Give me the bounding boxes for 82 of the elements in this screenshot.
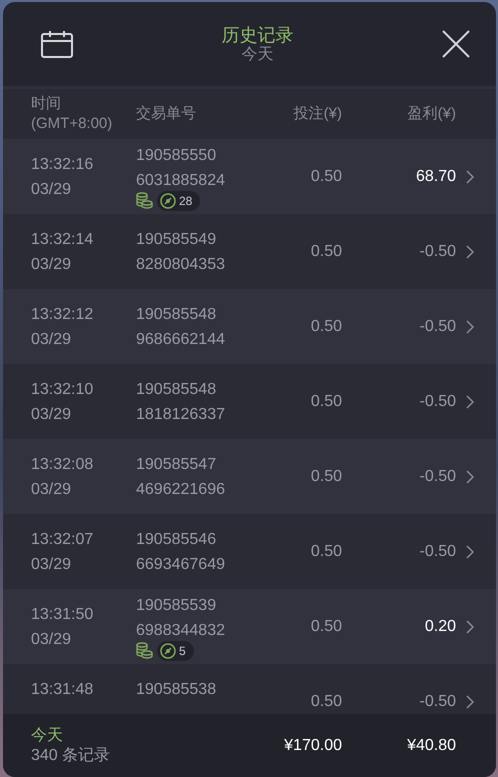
profit-amount: -0.50 (418, 692, 456, 710)
record-time: 13:31:50 (31, 604, 94, 624)
record-row[interactable]: 13:31:48 190585538 0.50 -0.50 (3, 664, 496, 714)
record-date: 03/29 (31, 630, 72, 650)
summary-period: 今天 (31, 726, 64, 746)
record-count: 340 条记录 (31, 746, 112, 766)
total-profit: ¥40.80 (406, 736, 456, 754)
close-button[interactable] (442, 30, 470, 58)
record-date: 03/29 (31, 404, 72, 424)
gauge-icon (160, 642, 176, 658)
order-number: 190585548 (136, 304, 218, 324)
order-number: 190585550 (136, 146, 218, 166)
record-date: 03/29 (31, 330, 72, 350)
record-row[interactable]: 13:32:08 03/29 190585547 4696221696 0.50 -0.50 (3, 439, 496, 514)
order-number: 190585547 (136, 454, 218, 474)
record-row[interactable]: 13:32:07 03/29 190585546 6693467649 0.50 -0.50 (3, 514, 496, 589)
record-date: 03/29 (31, 554, 72, 574)
record-time: 13:32:14 (31, 230, 94, 250)
record-time: 13:32:10 (31, 380, 94, 400)
chevron-right-icon (466, 394, 474, 408)
calendar-button[interactable] (41, 30, 73, 58)
record-row[interactable]: 13:31:50 03/29 190585539 6988344832 5 0.50 0.20 (3, 589, 496, 664)
order-number: 190585546 (136, 530, 218, 550)
panel-title: 历史记录 (222, 24, 294, 46)
bet-amount: 0.50 (310, 468, 342, 486)
order-number: 1818126337 (136, 404, 226, 424)
close-icon (442, 30, 470, 58)
profit-amount: -0.50 (418, 318, 456, 336)
record-row[interactable]: 13:32:16 03/29 190585550 6031885824 28 0.50 68.70 (3, 139, 496, 214)
bet-amount: 0.50 (310, 692, 342, 710)
order-number: 6988344832 (136, 620, 226, 640)
profit-amount: -0.50 (418, 242, 456, 260)
order-number: 190585539 (136, 596, 218, 616)
profit-amount: 0.20 (424, 618, 456, 636)
record-date: 03/29 (31, 254, 72, 274)
bet-amount: 0.50 (310, 242, 342, 260)
bet-amount: 0.50 (310, 542, 342, 560)
order-number: 9686662144 (136, 330, 226, 350)
badge-count: 5 (179, 644, 186, 658)
coins-icon (136, 642, 153, 659)
record-time: 13:31:48 (31, 680, 94, 700)
order-number: 6693467649 (136, 554, 226, 574)
gauge-icon (160, 192, 176, 208)
record-time: 13:32:07 (31, 530, 94, 550)
badge-count: 28 (179, 194, 192, 208)
order-number: 8280804353 (136, 254, 226, 274)
record-date: 03/29 (31, 180, 72, 200)
calendar-icon (41, 30, 73, 58)
order-number: 6031885824 (136, 170, 226, 190)
record-row[interactable]: 13:32:12 03/29 190585548 9686662144 0.50 -0.50 (3, 289, 496, 364)
profit-amount: 68.70 (414, 168, 456, 186)
chevron-right-icon (466, 620, 474, 634)
column-header: 盈利(¥) (406, 104, 456, 124)
chevron-right-icon (466, 320, 474, 334)
record-time: 13:32:08 (31, 454, 94, 474)
record-time: 13:32:16 (31, 154, 94, 174)
total-bet: ¥170.00 (283, 736, 342, 754)
record-row[interactable]: 13:32:10 03/29 190585548 1818126337 0.50 -0.50 (3, 364, 496, 439)
order-number: 4696221696 (136, 480, 226, 500)
bet-amount: 0.50 (310, 318, 342, 336)
order-number: 190585548 (136, 380, 218, 400)
chevron-right-icon (466, 470, 474, 484)
order-number: 190585538 (136, 680, 218, 700)
record-date: 03/29 (31, 480, 72, 500)
record-time: 13:32:12 (31, 304, 94, 324)
record-row[interactable]: 13:32:14 03/29 190585549 8280804353 0.50 -0.50 (3, 214, 496, 289)
bet-amount: 0.50 (310, 618, 342, 636)
chevron-right-icon (466, 694, 474, 708)
profit-amount: -0.50 (418, 468, 456, 486)
profit-amount: -0.50 (418, 542, 456, 560)
coins-icon (136, 192, 153, 209)
chevron-right-icon (466, 170, 474, 184)
order-number: 190585549 (136, 230, 218, 250)
chevron-right-icon (466, 244, 474, 258)
bet-amount: 0.50 (310, 392, 342, 410)
chevron-right-icon (466, 544, 474, 558)
panel-subtitle: 今天 (242, 46, 274, 64)
column-header: 投注(¥) (292, 104, 342, 124)
bet-amount: 0.50 (310, 168, 342, 186)
column-header: 交易单号 (136, 104, 197, 124)
column-header: 时间 (GMT+8:00) (31, 94, 114, 134)
profit-amount: -0.50 (418, 392, 456, 410)
